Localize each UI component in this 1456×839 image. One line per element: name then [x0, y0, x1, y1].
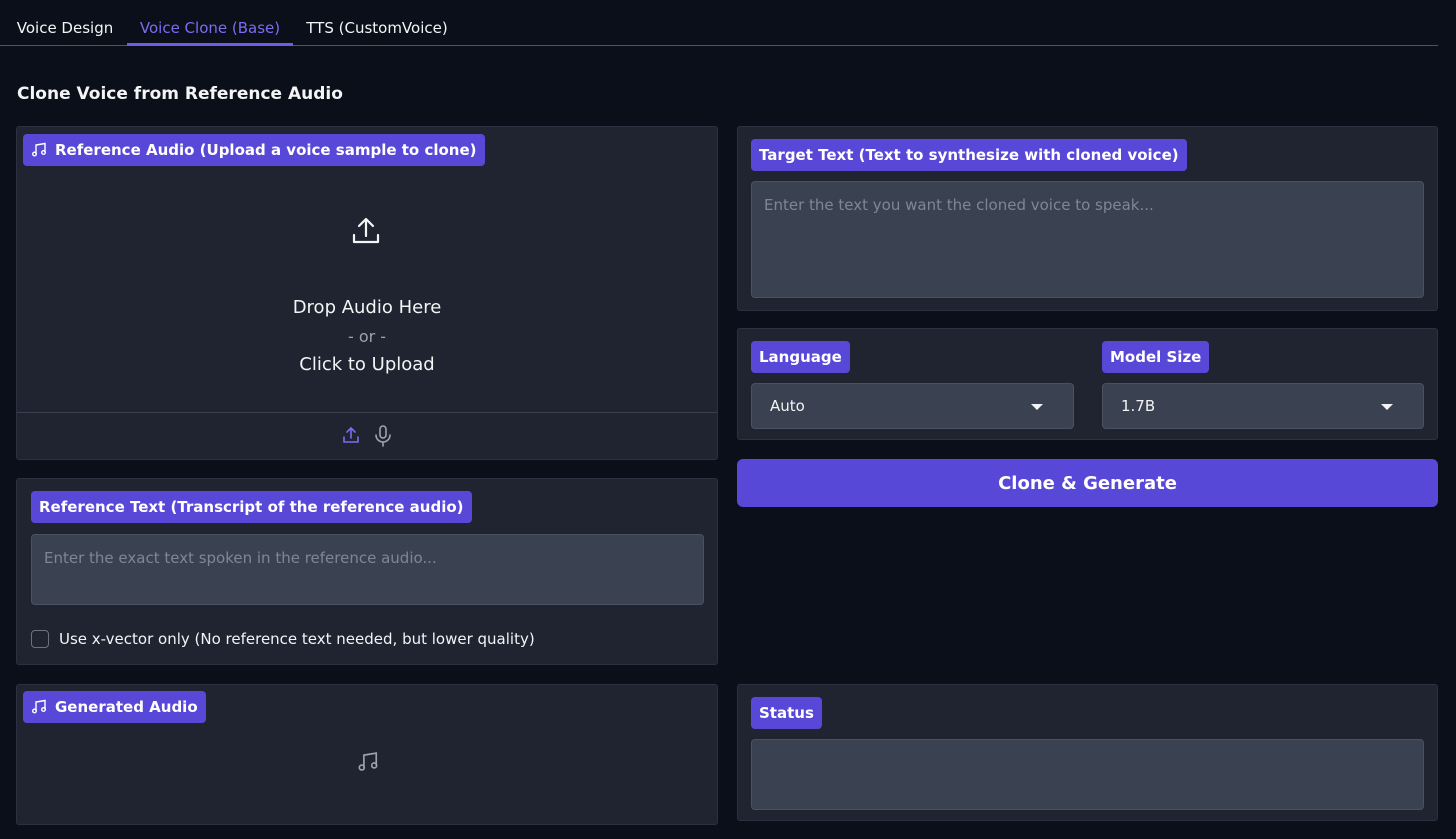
or-divider-text: - or -: [347, 327, 387, 346]
model-size-label: Model Size: [1102, 341, 1210, 373]
language-label: Language: [751, 341, 850, 373]
audio-source-toolbar: [17, 412, 717, 459]
reference-audio-label: Reference Audio (Upload a voice sample t…: [23, 134, 485, 166]
tab-tts-customvoice[interactable]: TTS (CustomVoice): [302, 0, 452, 46]
reference-text-input[interactable]: [31, 534, 704, 605]
audio-drop-zone[interactable]: Drop Audio Here - or - Click to Upload: [17, 167, 717, 412]
status-panel: Status: [737, 684, 1438, 821]
page-title: Clone Voice from Reference Audio: [17, 84, 343, 104]
clone-generate-button[interactable]: Clone & Generate: [737, 459, 1438, 507]
upload-icon: [350, 215, 382, 251]
chevron-down-icon: [1031, 404, 1043, 410]
reference-audio-label-text: Reference Audio (Upload a voice sample t…: [55, 141, 477, 159]
music-note-placeholder-icon: [357, 751, 379, 777]
generated-audio-label: Generated Audio: [23, 691, 206, 723]
xvector-only-checkbox[interactable]: [31, 630, 49, 648]
upload-source-icon[interactable]: [342, 425, 360, 449]
language-value: Auto: [770, 397, 805, 415]
settings-panel: Language Auto Model Size 1.7B: [737, 328, 1438, 440]
model-size-value: 1.7B: [1121, 397, 1156, 415]
reference-text-label: Reference Text (Transcript of the refere…: [31, 491, 472, 523]
model-size-dropdown[interactable]: 1.7B: [1102, 383, 1424, 429]
click-to-upload-text: Click to Upload: [299, 354, 435, 375]
chevron-down-icon: [1381, 404, 1393, 410]
tab-voice-design[interactable]: Voice Design: [9, 0, 121, 46]
tab-voice-clone[interactable]: Voice Clone (Base): [127, 0, 293, 46]
music-note-icon: [31, 694, 49, 726]
microphone-icon[interactable]: [374, 425, 392, 451]
status-label: Status: [751, 697, 822, 729]
target-text-label: Target Text (Text to synthesize with clo…: [751, 139, 1187, 171]
target-text-input[interactable]: [751, 181, 1424, 298]
target-text-panel: Target Text (Text to synthesize with clo…: [737, 126, 1438, 311]
xvector-only-label: Use x-vector only (No reference text nee…: [59, 630, 535, 648]
music-note-icon: [31, 137, 49, 169]
generated-audio-panel: Generated Audio: [16, 684, 718, 825]
reference-audio-panel: Reference Audio (Upload a voice sample t…: [16, 126, 718, 460]
language-dropdown[interactable]: Auto: [751, 383, 1074, 429]
status-output[interactable]: [751, 739, 1424, 810]
generated-audio-label-text: Generated Audio: [55, 698, 198, 716]
tab-bar: Voice Design Voice Clone (Base) TTS (Cus…: [0, 0, 1438, 46]
drop-audio-text: Drop Audio Here: [292, 297, 442, 318]
reference-text-panel: Reference Text (Transcript of the refere…: [16, 478, 718, 665]
